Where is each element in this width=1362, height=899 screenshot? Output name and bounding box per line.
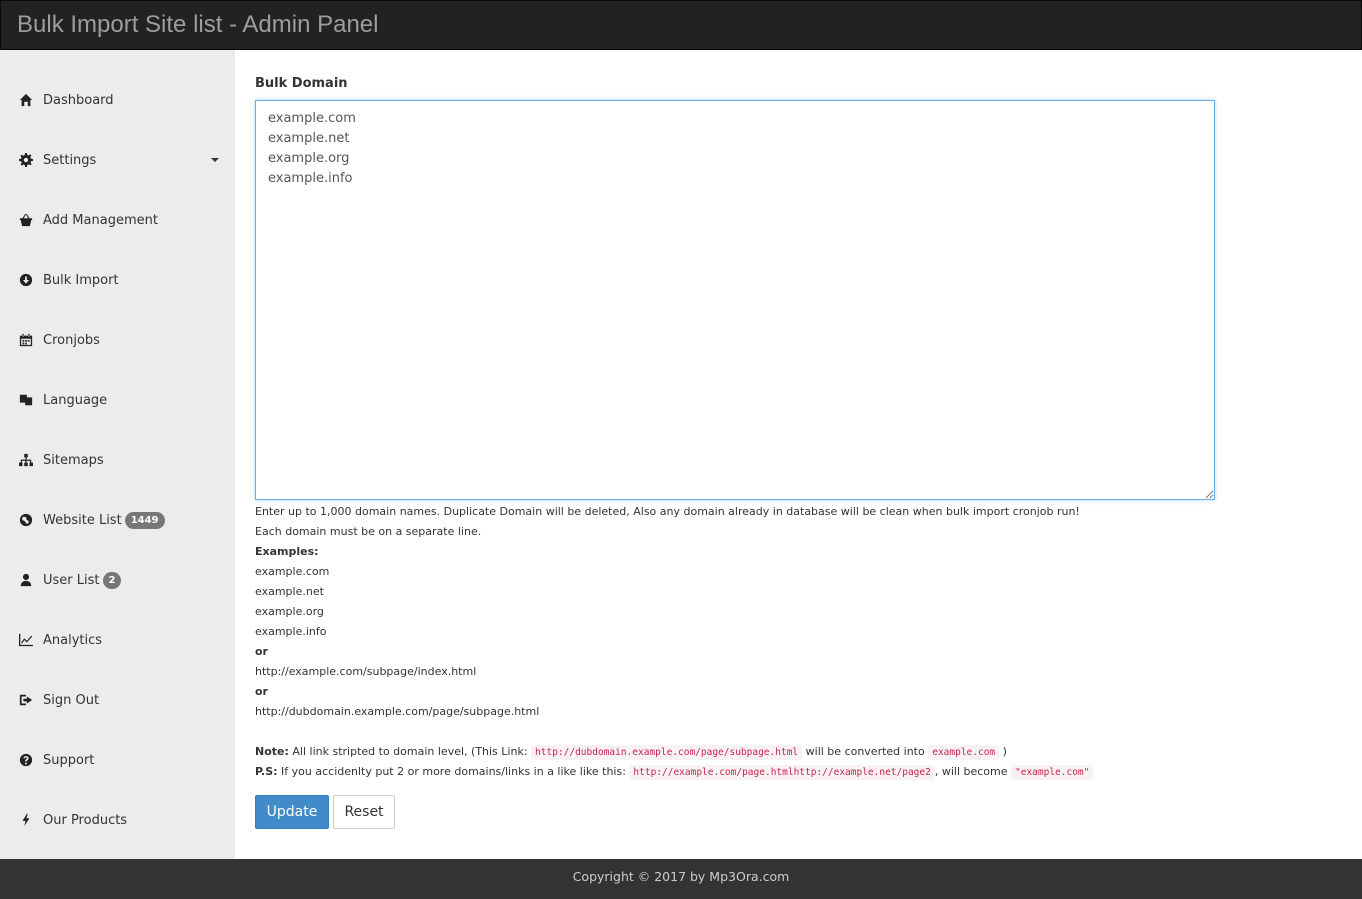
note-line: Note: All link stripted to domain level,…: [255, 742, 1345, 762]
sidebar-item-label: Our Products: [43, 812, 128, 828]
help-text: Enter up to 1,000 domain names. Duplicat…: [255, 502, 1345, 782]
footer: Copyright © 2017 by Mp3Ora.com: [0, 859, 1362, 899]
sidebar-item-label: Sign Out: [43, 692, 100, 708]
sign-out-icon: [17, 692, 35, 708]
sitemap-icon: [17, 452, 35, 468]
example-item: example.org: [255, 605, 324, 618]
bulk-domain-label: Bulk Domain: [255, 76, 348, 91]
download-circle-icon: [17, 272, 35, 288]
note-code-domain: example.com: [928, 745, 1000, 760]
sidebar-item-label: User List: [43, 572, 100, 588]
sidebar-item-label: Analytics: [43, 632, 103, 648]
sidebar-item-website-list[interactable]: Website List 1449: [0, 500, 235, 540]
note-text: will be converted into: [805, 745, 925, 758]
sidebar-item-label: Support: [43, 752, 95, 768]
examples-heading: Examples:: [255, 542, 1345, 562]
language-icon: [17, 392, 35, 408]
help-line: Enter up to 1,000 domain names. Duplicat…: [255, 505, 1080, 518]
copyright-text: Copyright © 2017 by Mp3Ora.com: [572, 869, 790, 884]
sidebar-item-analytics[interactable]: Analytics: [0, 620, 235, 660]
sidebar-item-label: Settings: [43, 152, 97, 168]
note-code-link: http://dubdomain.example.com/page/subpag…: [531, 745, 803, 760]
app-title[interactable]: Bulk Import Site list - Admin Panel: [17, 11, 378, 38]
question-circle-icon: [17, 752, 35, 768]
bolt-icon: [17, 812, 35, 828]
sidebar-item-label: Language: [43, 392, 108, 408]
sidebar-item-settings[interactable]: Settings: [0, 140, 235, 180]
sidebar-item-support[interactable]: Support: [0, 740, 235, 780]
note-text: ): [1002, 745, 1007, 758]
sidebar-item-dashboard[interactable]: Dashboard: [0, 80, 235, 120]
ps-code-link: http://example.com/page.htmlhttp://examp…: [629, 765, 935, 780]
ps-line: P.S: If you accidenlty put 2 or more dom…: [255, 762, 1345, 782]
sidebar-item-bulk-import[interactable]: Bulk Import: [0, 260, 235, 300]
sidebar-item-user-list[interactable]: User List 2: [0, 560, 235, 600]
sidebar-item-label: Website List: [43, 512, 122, 528]
note-label: Note:: [255, 745, 289, 758]
or-separator: or: [255, 682, 1345, 702]
update-button[interactable]: Update: [255, 795, 329, 829]
sidebar-item-label: Sitemaps: [43, 452, 104, 468]
user-icon: [17, 572, 35, 588]
sidebar-item-sitemaps[interactable]: Sitemaps: [0, 440, 235, 480]
website-count-badge: 1449: [124, 511, 165, 529]
sidebar-item-language[interactable]: Language: [0, 380, 235, 420]
globe-icon: [17, 512, 35, 528]
top-navbar: Bulk Import Site list - Admin Panel: [0, 0, 1362, 50]
or-text: or: [255, 685, 268, 698]
sidebar-item-label: Cronjobs: [43, 332, 100, 348]
user-count-badge: 2: [102, 571, 122, 589]
help-line: Each domain must be on a separate line.: [255, 525, 482, 538]
line-chart-icon: [17, 632, 35, 648]
calendar-icon: [17, 332, 35, 348]
sidebar: Dashboard Settings Add Management Bulk I…: [0, 50, 235, 859]
example-item: example.info: [255, 625, 327, 638]
sidebar-item-label: Add Management: [43, 212, 158, 228]
example-url: http://example.com/subpage/index.html: [255, 665, 477, 678]
or-text: or: [255, 645, 268, 658]
ps-label: P.S:: [255, 765, 278, 778]
sidebar-item-label: Bulk Import: [43, 272, 119, 288]
basket-icon: [17, 212, 35, 228]
ps-text: If you accidenlty put 2 or more domains/…: [281, 765, 626, 778]
sidebar-item-add-management[interactable]: Add Management: [0, 200, 235, 240]
example-url: http://dubdomain.example.com/page/subpag…: [255, 705, 540, 718]
ps-text: , will become: [934, 765, 1008, 778]
bulk-domain-textarea[interactable]: [255, 100, 1215, 500]
chevron-down-icon: [211, 158, 219, 162]
note-text: All link stripted to domain level, (This…: [292, 745, 528, 758]
gear-icon: [17, 152, 35, 168]
sidebar-item-label: Dashboard: [43, 92, 114, 108]
sidebar-item-cronjobs[interactable]: Cronjobs: [0, 320, 235, 360]
reset-button[interactable]: Reset: [333, 795, 395, 829]
sidebar-item-our-products[interactable]: Our Products: [0, 800, 235, 840]
home-icon: [17, 92, 35, 108]
example-item: example.net: [255, 585, 324, 598]
or-separator: or: [255, 642, 1345, 662]
examples-label: Examples:: [255, 545, 319, 558]
ps-code-domain: "example.com": [1011, 765, 1094, 780]
sidebar-item-sign-out[interactable]: Sign Out: [0, 680, 235, 720]
example-item: example.com: [255, 565, 330, 578]
